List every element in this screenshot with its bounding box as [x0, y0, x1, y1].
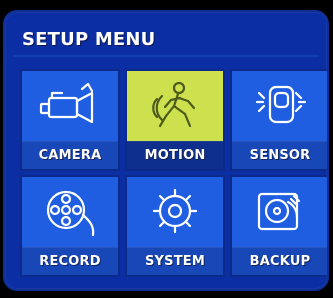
- sensor-menu-item[interactable]: SENSOR: [230, 69, 327, 171]
- record-label: RECORD: [22, 247, 118, 275]
- motion-label: MOTION: [127, 141, 223, 169]
- setup-menu-screen: SETUP MENU CAMERA MOTION SENSOR RECORD S…: [0, 0, 333, 298]
- motion-menu-item[interactable]: MOTION: [125, 69, 225, 171]
- backup-icon: [232, 177, 327, 249]
- camera-menu-item[interactable]: CAMERA: [20, 69, 120, 171]
- camera-label: CAMERA: [22, 141, 118, 169]
- sensor-icon: [232, 71, 327, 143]
- camera-icon: [22, 71, 118, 143]
- backup-label: BACKUP: [232, 247, 327, 275]
- record-icon: [22, 177, 118, 249]
- system-menu-item[interactable]: SYSTEM: [125, 175, 225, 277]
- setup-menu-panel: SETUP MENU CAMERA MOTION SENSOR RECORD S…: [3, 10, 329, 291]
- system-label: SYSTEM: [127, 247, 223, 275]
- system-icon: [127, 177, 223, 249]
- backup-menu-item[interactable]: BACKUP: [230, 175, 327, 277]
- record-menu-item[interactable]: RECORD: [20, 175, 120, 277]
- motion-icon: [127, 71, 223, 143]
- title-divider: [13, 55, 319, 57]
- sensor-label: SENSOR: [232, 141, 327, 169]
- menu-title: SETUP MENU: [22, 29, 156, 50]
